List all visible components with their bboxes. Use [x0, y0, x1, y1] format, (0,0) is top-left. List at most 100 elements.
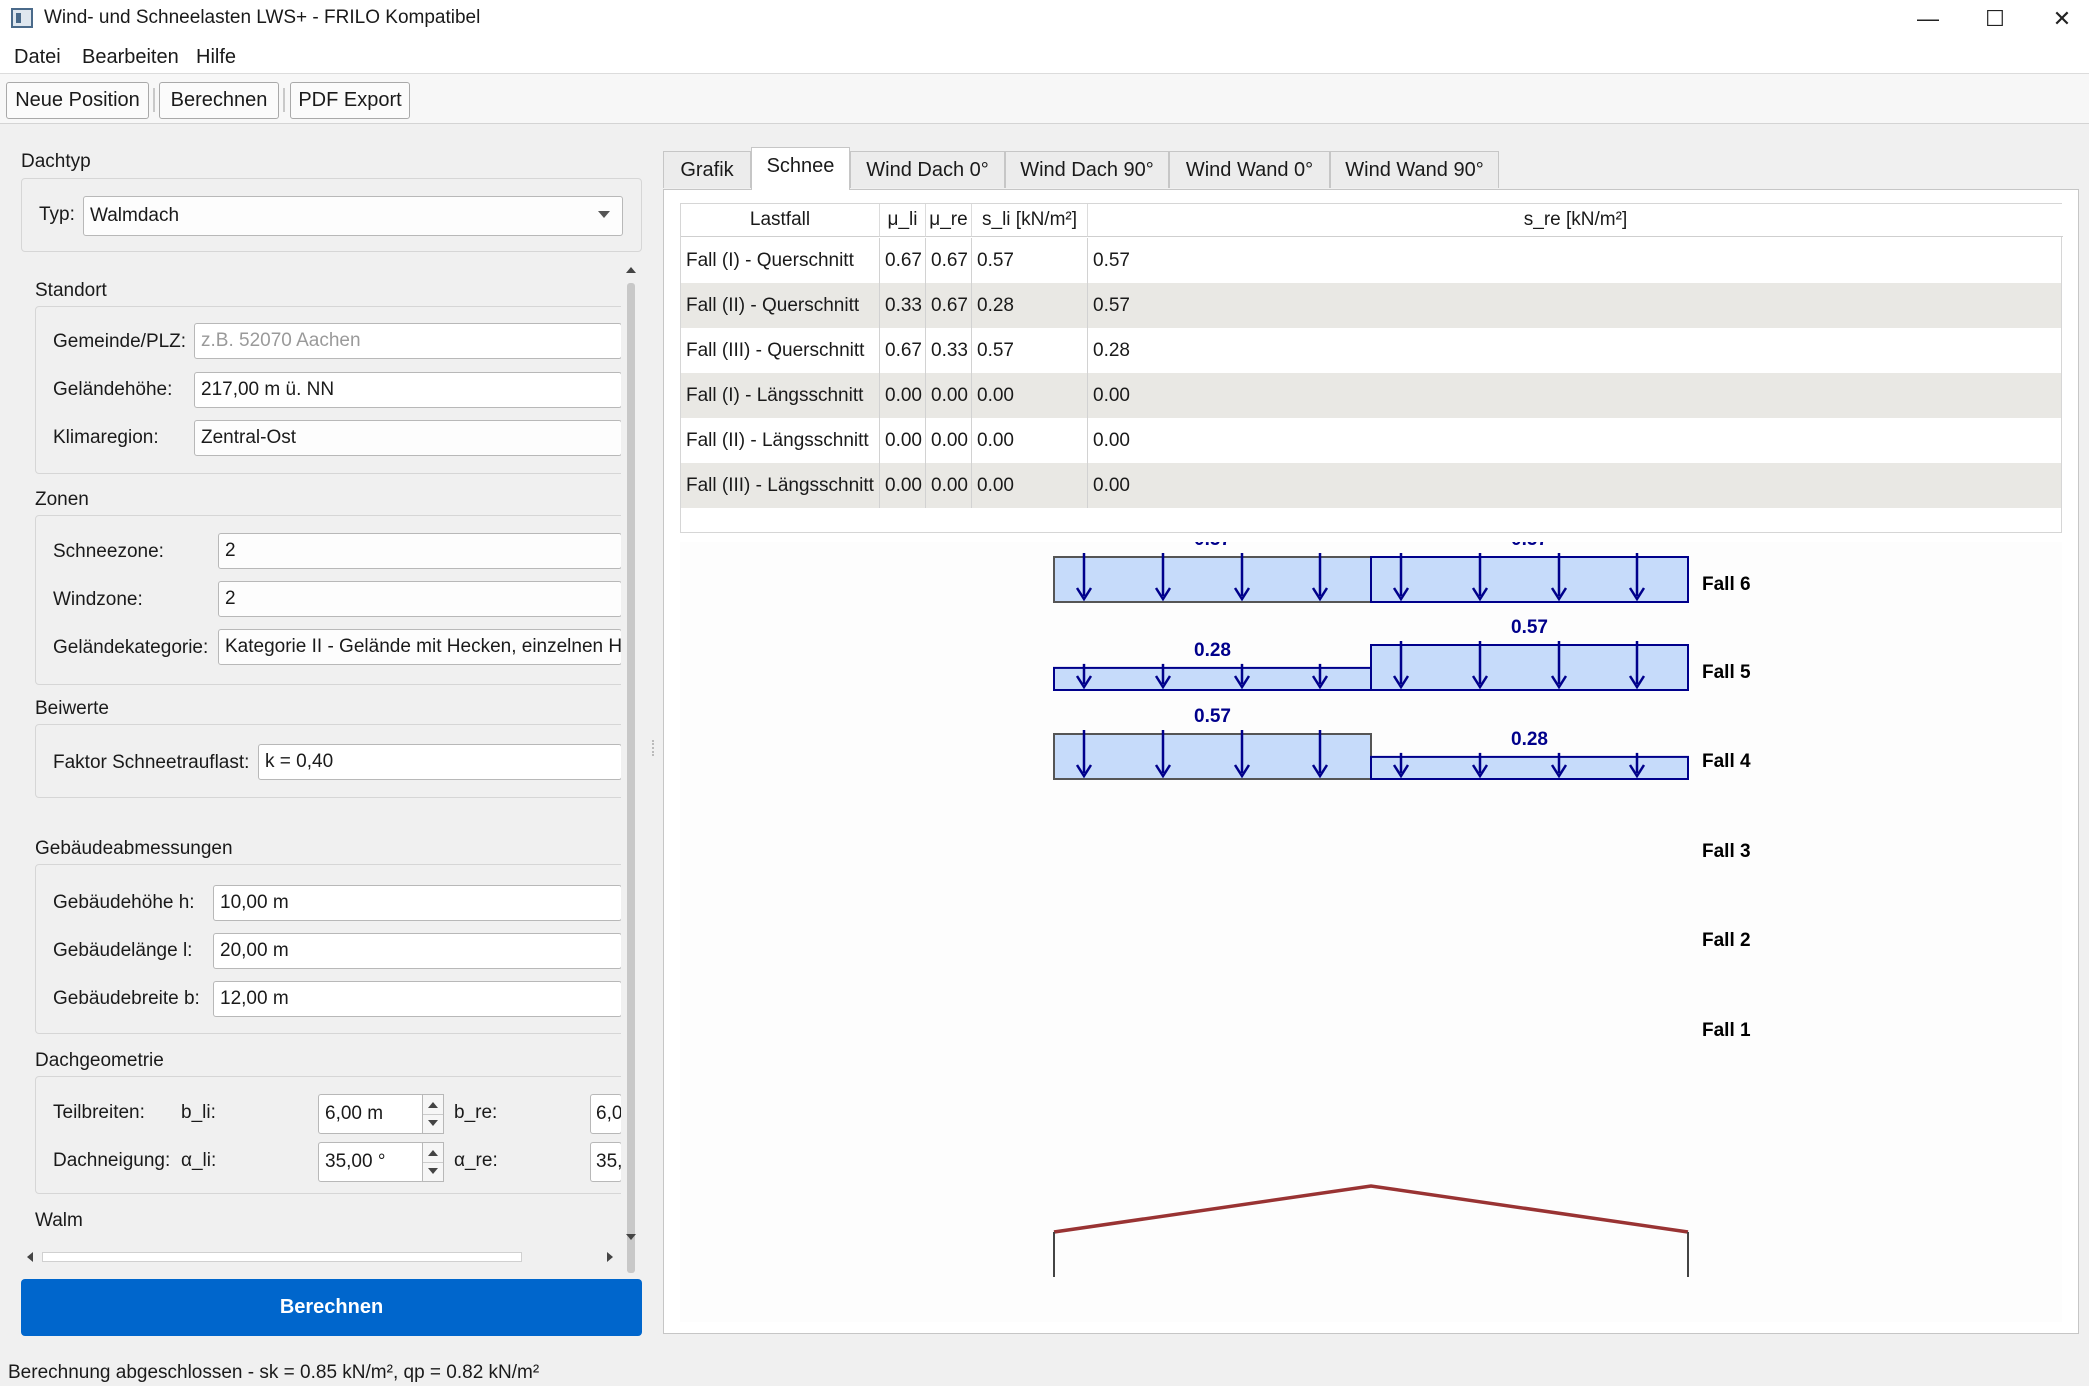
roof-type-select[interactable]: Walmdach [83, 196, 623, 236]
tab-wind-wand-90[interactable]: Wind Wand 90° [1330, 151, 1499, 188]
alpha-li-spinner[interactable] [422, 1142, 444, 1182]
alpha-li-label: α_li: [181, 1150, 217, 1171]
dachneigung-label: Dachneigung: [53, 1150, 171, 1171]
tab-schnee[interactable]: Schnee [751, 147, 850, 190]
klimaregion-select[interactable]: Zentral-Ost [194, 420, 622, 456]
cell-lastfall: Fall (I) - Längsschnitt [681, 373, 880, 418]
alpha-re-input[interactable]: 35, [590, 1142, 622, 1182]
menu-datei[interactable]: Datei [14, 46, 61, 69]
gelaendehoehe-input[interactable]: 217,00 m ü. NN [194, 372, 622, 408]
b-li-input[interactable]: 6,00 m [318, 1094, 424, 1134]
splitter-handle[interactable] [652, 740, 654, 756]
table-row[interactable]: Fall (III) - Querschnitt 0.67 0.33 0.57 0.28 [681, 328, 2061, 373]
b-li-spinner[interactable] [422, 1094, 444, 1134]
schneezone-select[interactable]: 2 [218, 533, 622, 569]
cell-mu-li: 0.00 [880, 373, 926, 418]
load-case-label: Fall 2 [1702, 930, 1751, 951]
cell-lastfall: Fall (I) - Querschnitt [681, 238, 880, 283]
window-title: Wind- und Schneelasten LWS+ - FRILO Komp… [44, 7, 481, 28]
alpha-li-input[interactable]: 35,00 ° [318, 1142, 424, 1182]
scroll-left-icon[interactable] [27, 1252, 33, 1262]
gebaeudelaenge-input[interactable]: 20,00 m [213, 933, 622, 969]
table-row[interactable]: Fall (II) - Längsschnitt 0.00 0.00 0.00 0.00 [681, 418, 2061, 463]
zonen-heading: Zonen [35, 489, 89, 510]
new-position-button[interactable]: Neue Position [6, 82, 149, 119]
cell-s-re: 0.57 [1093, 295, 1130, 316]
standort-heading: Standort [35, 280, 107, 301]
gelaendekategorie-select[interactable]: Kategorie II - Gelände mit Hecken, einze… [218, 629, 622, 665]
header-mu-li[interactable]: μ_li [880, 204, 926, 237]
status-bar-text: Berechnung abgeschlossen - sk = 0.85 kN/… [8, 1362, 540, 1383]
load-case-label: Fall 4 [1702, 751, 1751, 772]
vertical-scrollbar[interactable] [621, 261, 641, 1273]
cell-mu-re: 0.33 [926, 328, 972, 373]
load-block-right [1370, 755, 1689, 780]
cell-s-li: 0.00 [972, 463, 1088, 508]
faktor-label: Faktor Schneetrauflast: [53, 752, 250, 773]
faktor-input[interactable]: k = 0,40 [258, 744, 622, 780]
cell-s-li: 0.00 [972, 418, 1088, 463]
tab-wind-wand-0[interactable]: Wind Wand 0° [1169, 151, 1330, 188]
header-s-re[interactable]: s_re [kN/m²] [1088, 204, 2063, 237]
calculate-button[interactable]: Berechnen [21, 1279, 642, 1336]
cell-lastfall: Fall (III) - Querschnitt [681, 328, 880, 373]
roof-outline [1053, 1184, 1689, 1234]
diagram-canvas: Fall 6 0.57 0.57 Fall 5 0.28 0.57 Fall 4 0.57 0.… [1053, 542, 1751, 1277]
gelaendehoehe-label: Geländehöhe: [53, 379, 173, 400]
menu-bearbeiten[interactable]: Bearbeiten [82, 46, 179, 69]
cell-mu-re: 0.00 [926, 418, 972, 463]
dachtyp-heading: Dachtyp [21, 151, 91, 172]
table-row[interactable]: Fall (III) - Längsschnitt 0.00 0.00 0.00 0.0… [681, 463, 2061, 508]
toolbar-separator [153, 88, 155, 112]
gemeinde-input[interactable]: z.B. 52070 Aachen [194, 323, 622, 359]
b-re-input[interactable]: 6,0 [590, 1094, 622, 1134]
minimize-button[interactable]: — [1898, 0, 1958, 40]
load-value-label: 0.57 [1194, 706, 1231, 727]
gebaeudebreite-label: Gebäudebreite b: [53, 988, 200, 1009]
windzone-select[interactable]: 2 [218, 581, 622, 617]
horizontal-scrollbar[interactable] [22, 1247, 621, 1267]
cell-s-re: 0.00 [1093, 430, 1130, 451]
tab-grafik[interactable]: Grafik [663, 151, 751, 188]
header-s-li[interactable]: s_li [kN/m²] [972, 204, 1088, 237]
gebaeudehoehe-input[interactable]: 10,00 m [213, 885, 622, 921]
cell-s-li: 0.57 [972, 328, 1088, 373]
gebaeudebreite-input[interactable]: 12,00 m [213, 981, 622, 1017]
header-lastfall[interactable]: Lastfall [681, 204, 880, 237]
schneezone-label: Schneezone: [53, 541, 164, 562]
scroll-up-icon[interactable] [626, 267, 636, 273]
menu-bar: Datei Bearbeiten Hilfe [0, 40, 2089, 74]
load-case-label: Fall 3 [1702, 841, 1751, 862]
horizontal-scroll-thumb[interactable] [42, 1252, 522, 1262]
cell-mu-re: 0.67 [926, 283, 972, 328]
teilbreiten-label: Teilbreiten: [53, 1102, 145, 1123]
cell-mu-li: 0.33 [880, 283, 926, 328]
cell-s-re: 0.00 [1093, 385, 1130, 406]
cell-s-li: 0.57 [972, 238, 1088, 283]
title-bar: Wind- und Schneelasten LWS+ - FRILO Komp… [0, 0, 2089, 40]
scroll-down-icon[interactable] [626, 1234, 636, 1240]
load-case-label: Fall 5 [1702, 662, 1751, 683]
cell-mu-li: 0.00 [880, 463, 926, 508]
cell-lastfall: Fall (II) - Längsschnitt [681, 418, 880, 463]
cell-mu-re: 0.00 [926, 373, 972, 418]
vertical-scroll-thumb[interactable] [627, 283, 635, 1273]
tab-wind-dach-0[interactable]: Wind Dach 0° [850, 151, 1005, 188]
menu-hilfe[interactable]: Hilfe [196, 46, 236, 69]
toolbar-calculate-button[interactable]: Berechnen [159, 82, 279, 119]
close-button[interactable]: ✕ [2032, 0, 2089, 40]
pdf-export-button[interactable]: PDF Export [290, 82, 410, 119]
header-mu-re[interactable]: μ_re [926, 204, 972, 237]
scroll-right-icon[interactable] [607, 1252, 613, 1262]
gemeinde-label: Gemeinde/PLZ: [53, 331, 187, 352]
table-row[interactable]: Fall (I) - Querschnitt 0.67 0.67 0.57 0.57 [681, 238, 2061, 283]
load-value-label: 0.57 [1511, 542, 1548, 550]
table-row[interactable]: Fall (I) - Längsschnitt 0.00 0.00 0.00 0.00 [681, 373, 2061, 418]
table-row[interactable]: Fall (II) - Querschnitt 0.33 0.67 0.28 0.57 [681, 283, 2061, 328]
tab-wind-dach-90[interactable]: Wind Dach 90° [1005, 151, 1169, 188]
klimaregion-label: Klimaregion: [53, 427, 159, 448]
cell-lastfall: Fall (II) - Querschnitt [681, 283, 880, 328]
roof-type-value: Walmdach [90, 205, 180, 226]
maximize-button[interactable]: ☐ [1965, 0, 2025, 40]
toolbar: Neue Position Berechnen PDF Export [0, 74, 2089, 124]
